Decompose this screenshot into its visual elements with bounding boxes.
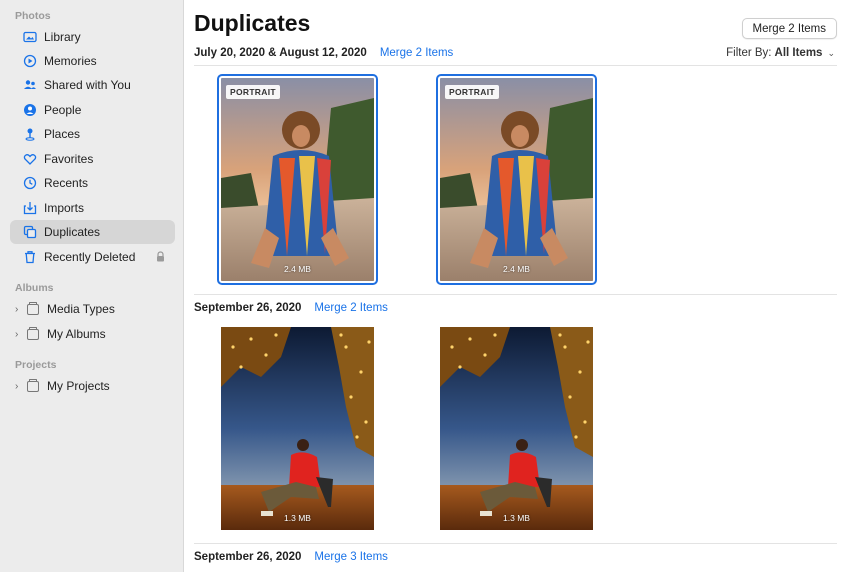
photo-thumbnail[interactable]: PORTRAIT 2.4 MB	[217, 74, 378, 285]
night-photo	[221, 327, 374, 530]
library-icon	[23, 30, 37, 44]
shared-with-you-icon	[23, 78, 37, 92]
group-date: September 26, 2020	[194, 551, 302, 563]
section-label-photos: Photos	[15, 10, 51, 22]
divider	[194, 294, 837, 295]
sidebar-item-label: Places	[44, 127, 81, 141]
group-header: July 20, 2020 & August 12, 2020 Merge 2 …	[194, 47, 453, 59]
sidebar-item-label: Library	[44, 30, 81, 44]
section-label-albums: Albums	[15, 282, 54, 294]
night-photo	[440, 327, 593, 530]
merge-group-button[interactable]: Merge 2 Items	[380, 47, 454, 59]
portrait-badge: PORTRAIT	[445, 85, 499, 99]
sidebar-item-label: Duplicates	[44, 225, 101, 239]
chevron-right-icon[interactable]: ›	[15, 381, 25, 392]
sidebar-item-shared-with-you[interactable]: Shared with You	[10, 73, 175, 97]
sidebar-item-favorites[interactable]: Favorites	[10, 147, 175, 171]
sidebar-item-imports[interactable]: Imports	[10, 196, 175, 220]
lock-icon	[157, 251, 164, 262]
group-header: September 26, 2020 Merge 3 Items	[194, 551, 388, 563]
sidebar-item-label: Recents	[44, 176, 89, 190]
sidebar-item-recents[interactable]: Recents	[10, 171, 175, 195]
memories-icon	[23, 54, 37, 68]
sidebar-item-memories[interactable]: Memories	[10, 49, 175, 73]
sidebar-item-label: My Projects	[47, 379, 110, 393]
file-size-label: 2.4 MB	[284, 264, 311, 274]
section-label-projects: Projects	[15, 359, 57, 371]
sidebar-item-label: My Albums	[47, 327, 106, 341]
divider	[194, 543, 837, 544]
sidebar-item-label: Shared with You	[44, 78, 131, 92]
portrait-photo	[440, 78, 593, 281]
places-icon	[23, 127, 37, 141]
portrait-photo	[221, 78, 374, 281]
chevron-down-icon: ⌄	[827, 47, 835, 58]
sidebar-item-label: Imports	[44, 201, 85, 215]
portrait-badge: PORTRAIT	[226, 85, 280, 99]
sidebar-item-my-albums[interactable]: › My Albums	[10, 322, 175, 346]
trash-icon	[23, 250, 37, 264]
divider	[194, 65, 837, 66]
sidebar-item-media-types[interactable]: › Media Types	[10, 297, 175, 321]
sidebar-item-people[interactable]: People	[10, 98, 175, 122]
main-content: Duplicates Merge 2 Items July 20, 2020 &…	[184, 0, 847, 572]
sidebar: Photos Library Memories Shared with You …	[0, 0, 184, 572]
chevron-right-icon[interactable]: ›	[15, 304, 25, 315]
merge-group-button[interactable]: Merge 2 Items	[314, 302, 388, 314]
sidebar-item-label: Favorites	[44, 152, 94, 166]
imports-icon	[23, 201, 37, 215]
sidebar-item-label: Recently Deleted	[44, 250, 136, 264]
folder-icon	[27, 326, 39, 340]
sidebar-item-label: Memories	[44, 54, 97, 68]
folder-icon	[27, 301, 39, 315]
group-date: September 26, 2020	[194, 302, 302, 314]
sidebar-item-places[interactable]: Places	[10, 122, 175, 146]
group-date: July 20, 2020 & August 12, 2020	[194, 47, 367, 59]
filter-value: All Items	[774, 47, 823, 59]
file-size-label: 1.3 MB	[503, 513, 530, 523]
sidebar-item-duplicates[interactable]: Duplicates	[10, 220, 175, 244]
chevron-right-icon[interactable]: ›	[15, 329, 25, 340]
sidebar-item-label: People	[44, 103, 82, 117]
file-size-label: 2.4 MB	[503, 264, 530, 274]
sidebar-item-my-projects[interactable]: › My Projects	[10, 374, 175, 398]
merge-all-button[interactable]: Merge 2 Items	[741, 18, 837, 39]
filter-label: Filter By:	[726, 47, 772, 59]
clock-icon	[23, 176, 37, 190]
sidebar-item-library[interactable]: Library	[10, 25, 175, 49]
folder-icon	[27, 378, 39, 392]
group-header: September 26, 2020 Merge 2 Items	[194, 302, 388, 314]
photo-thumbnail[interactable]: PORTRAIT 2.4 MB	[436, 74, 597, 285]
people-icon	[23, 103, 37, 117]
heart-icon	[23, 152, 37, 166]
file-size-label: 1.3 MB	[284, 513, 311, 523]
sidebar-item-label: Media Types	[47, 302, 115, 316]
page-title: Duplicates	[194, 10, 311, 36]
sidebar-item-recently-deleted[interactable]: Recently Deleted	[10, 245, 175, 269]
merge-group-button[interactable]: Merge 3 Items	[314, 551, 388, 563]
filter-dropdown[interactable]: Filter By: All Items ⌄	[726, 47, 835, 59]
duplicates-icon	[23, 225, 37, 239]
photo-thumbnail[interactable]: 1.3 MB	[440, 327, 593, 530]
photo-thumbnail[interactable]: 1.3 MB	[221, 327, 374, 530]
